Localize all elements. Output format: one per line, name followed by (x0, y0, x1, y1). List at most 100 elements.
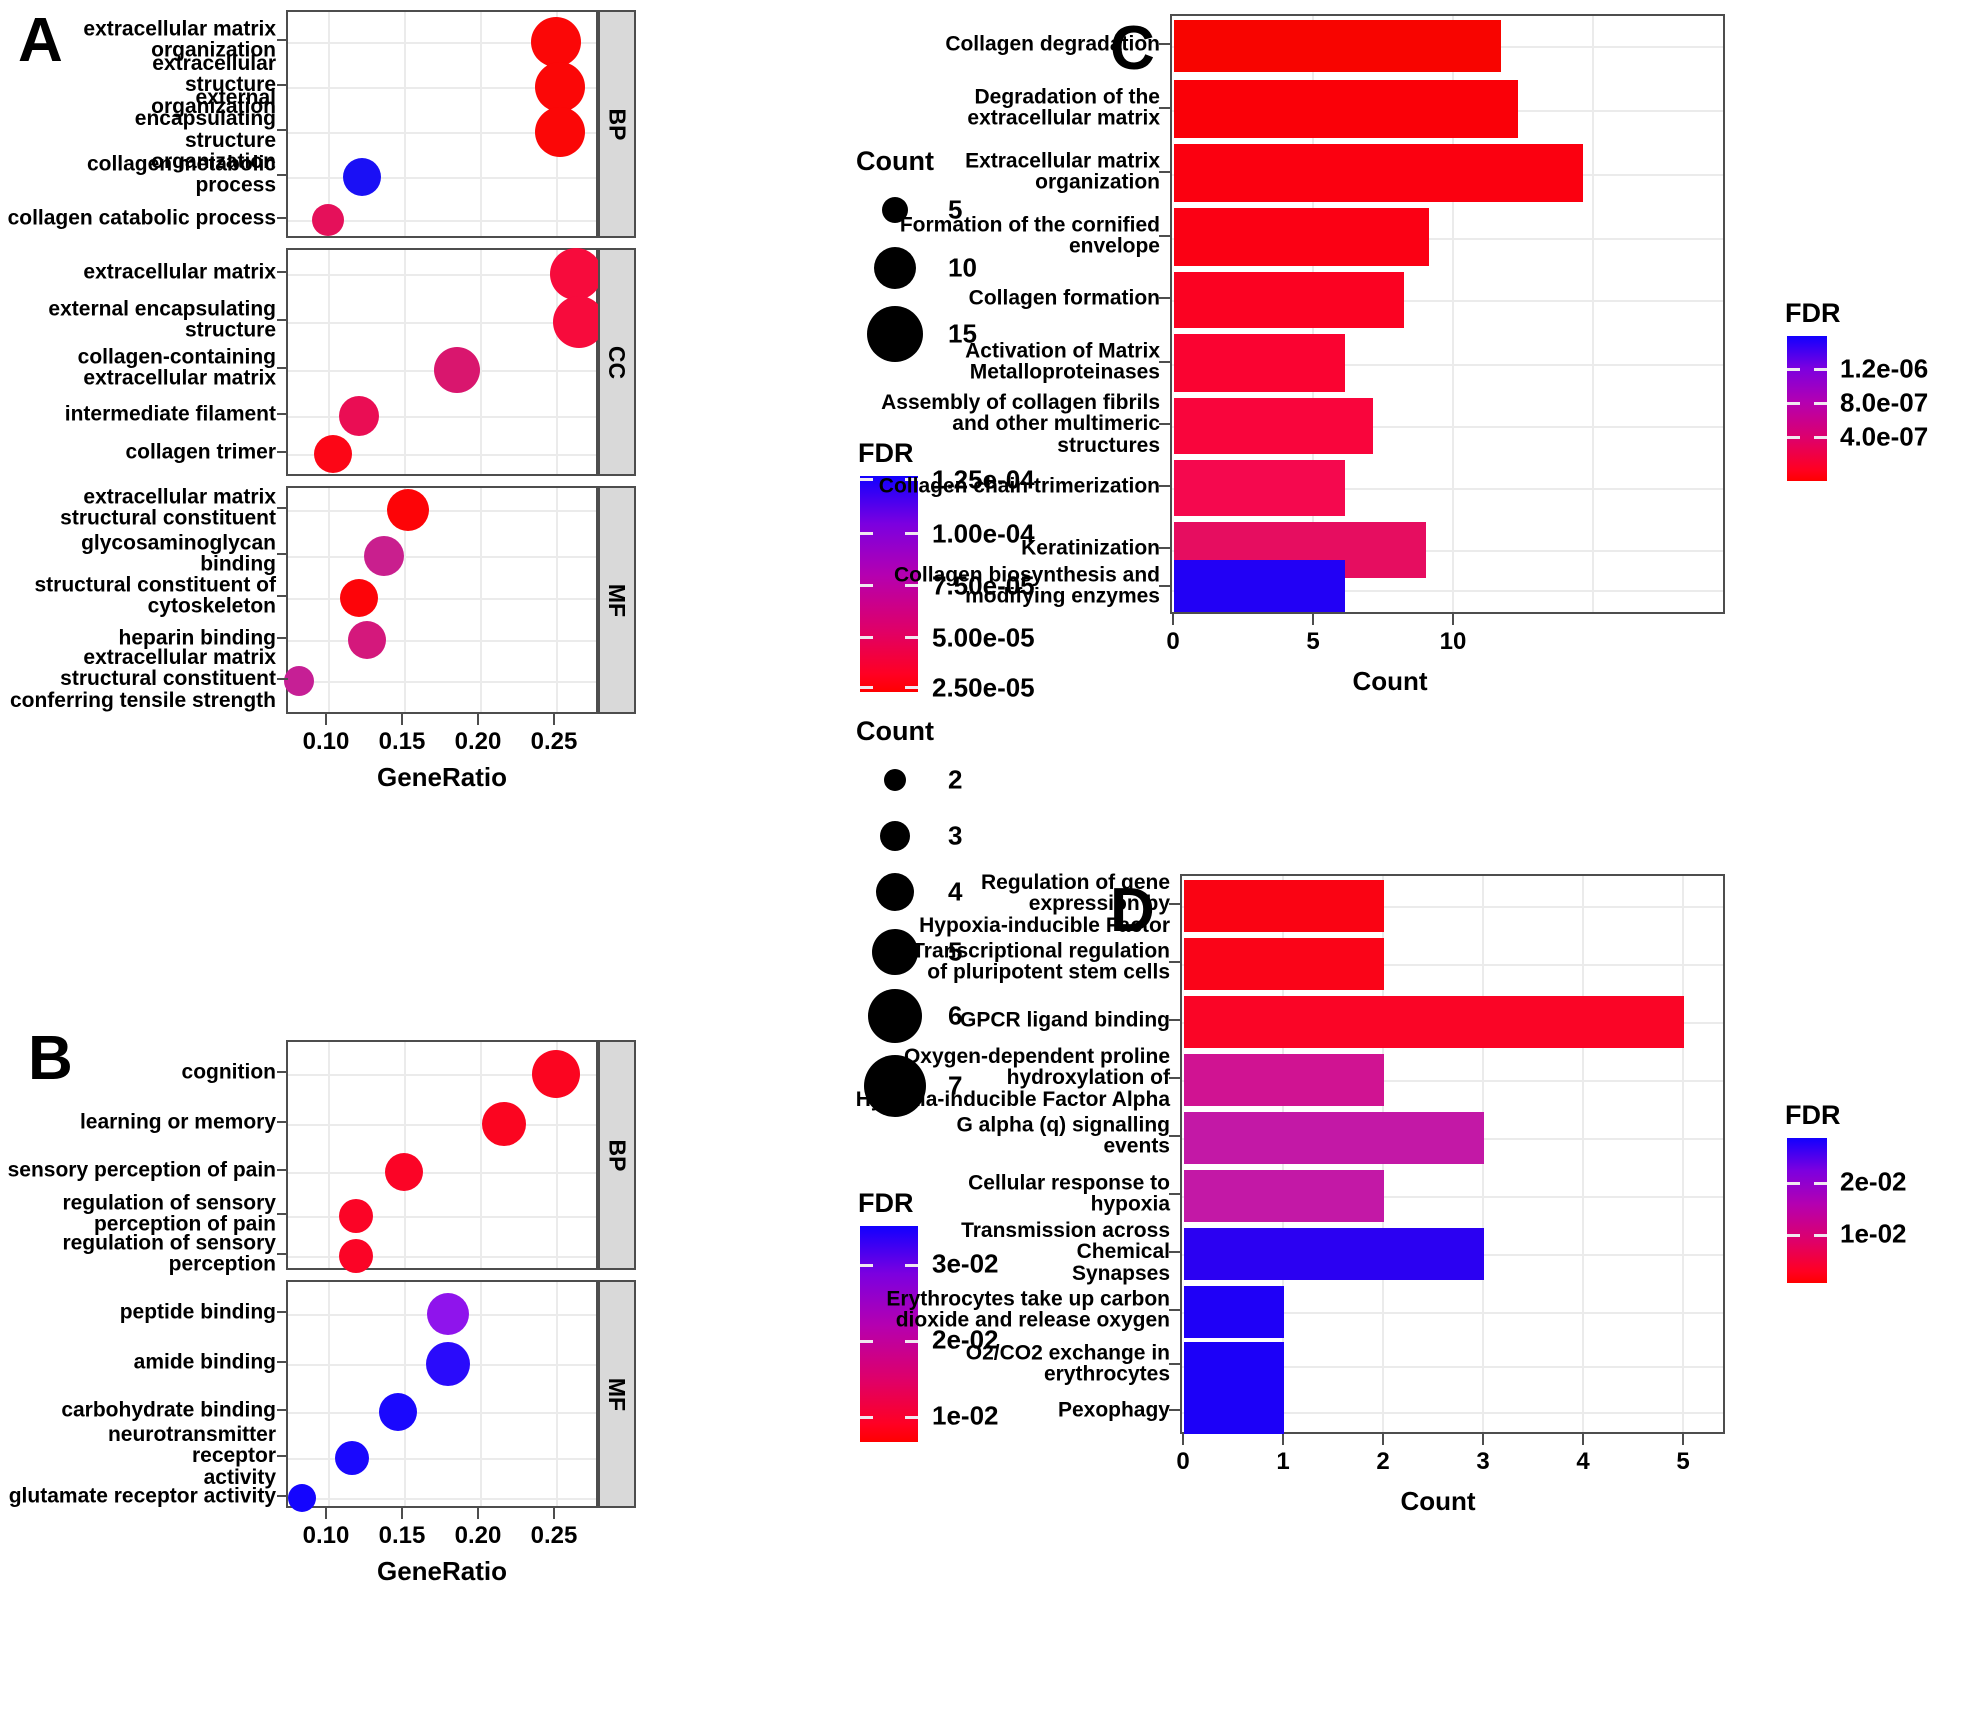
dot-point (379, 1393, 417, 1431)
bar (1184, 1228, 1484, 1280)
x-tick (401, 1508, 403, 1519)
gridline (556, 488, 558, 712)
y-tick (277, 217, 288, 219)
panel-c-ylabel: Keratinization (1021, 536, 1160, 560)
colorbar-tick (1814, 1182, 1827, 1185)
y-tick (277, 1213, 288, 1215)
gridline (288, 1124, 596, 1126)
panel-a-ylabel: external encapsulating structure (48, 297, 276, 342)
bar (1184, 1054, 1384, 1106)
legend-size-dot (880, 821, 910, 851)
x-tick-label: 0.15 (378, 728, 426, 755)
y-tick (277, 637, 288, 639)
panel-d-ylabel: GPCR ligand binding (960, 1008, 1170, 1032)
panel-a-x-axis-title: GeneRatio (376, 762, 508, 792)
dot-point (339, 396, 379, 436)
bar (1174, 460, 1345, 516)
panel-c-ylabel: Collagen degradation (945, 32, 1160, 56)
colorbar-tick (905, 636, 918, 639)
y-tick (277, 678, 288, 680)
panel-a-strip-mf: MF (598, 486, 636, 714)
x-tick-label: 0.10 (302, 728, 350, 755)
dot-point (535, 107, 585, 157)
panel-d-ylabel: Pexophagy (1057, 1398, 1170, 1422)
y-tick (277, 367, 288, 369)
panel-c-ylabel: Collagen chain trimerization (878, 474, 1160, 498)
x-tick (1452, 614, 1454, 625)
colorbar-tick (860, 636, 873, 639)
colorbar-label: 1e-02 (1840, 1218, 1907, 1249)
panel-b-ylabel: learning or memory (79, 1110, 276, 1134)
panel-a-ylabel: glycosaminoglycan binding (81, 531, 276, 576)
y-tick (1159, 235, 1170, 237)
bar (1174, 560, 1345, 612)
panel-b-ylabel: amide binding (133, 1350, 276, 1374)
strip-label-text: BP (604, 108, 631, 140)
x-tick (553, 1508, 555, 1519)
dot-point (335, 1441, 369, 1475)
panel-d: D Regulation of gene expression by Hypox… (856, 860, 1965, 1725)
x-tick-label: 0.10 (302, 1522, 350, 1549)
y-tick (1159, 485, 1170, 487)
x-tick-label: 5 (1676, 1448, 1690, 1475)
gridline (288, 1172, 596, 1174)
x-tick-label: 0 (1176, 1448, 1190, 1475)
panel-b-facet-mf-plot (286, 1280, 598, 1512)
x-tick-label: 0.20 (454, 1522, 502, 1549)
bar (1184, 1112, 1484, 1164)
y-tick (1159, 361, 1170, 363)
panel-a-facet-mf-plot (284, 486, 598, 714)
panel-d-fdr-colorbar (1787, 1138, 1827, 1283)
panel-a-strip-cc: CC (598, 248, 636, 476)
y-tick (1169, 1309, 1180, 1311)
bar (1174, 272, 1404, 328)
gridline (480, 250, 482, 474)
panel-d-ylabel: Regulation of gene expression by Hypoxia… (919, 870, 1170, 937)
panel-a-ylabel: extracellular matrix structural constitu… (60, 485, 276, 530)
panel-c-ylabel: Extracellular matrix organization (965, 149, 1160, 194)
x-tick-label: 4 (1576, 1448, 1590, 1475)
strip-label-text: MF (604, 583, 631, 617)
y-tick (277, 507, 288, 509)
y-tick (277, 1121, 288, 1123)
x-tick (1312, 614, 1314, 625)
x-tick (477, 714, 479, 725)
y-tick (1169, 961, 1180, 963)
y-tick (277, 595, 288, 597)
colorbar-tick (1814, 368, 1827, 371)
strip-label-text: BP (604, 1139, 631, 1171)
panel-d-x-axis-title: Count (1400, 1486, 1476, 1516)
dot-point (288, 1484, 316, 1512)
gridline (404, 250, 406, 474)
panel-c-ylabel: Collagen formation (968, 286, 1160, 310)
gridline (288, 177, 596, 179)
x-tick-label: 0.25 (530, 728, 578, 755)
x-tick (553, 714, 555, 725)
panel-c-ylabel: Formation of the cornified envelope (899, 213, 1160, 258)
y-tick (277, 1169, 288, 1171)
dot-point (364, 536, 404, 576)
bar (1174, 144, 1583, 202)
panel-c-ylabel: Degradation of the extracellular matrix (967, 85, 1160, 130)
gridline (288, 598, 596, 600)
strip-label-text: CC (604, 345, 631, 379)
gridline (288, 1412, 596, 1414)
colorbar-tick (1814, 402, 1827, 405)
y-tick (277, 1311, 288, 1313)
colorbar-label: 8.0e-07 (1840, 387, 1929, 418)
legend-size-dot (884, 769, 906, 791)
y-tick (277, 1253, 288, 1255)
dot-point (339, 1239, 373, 1273)
colorbar-tick (1787, 1234, 1800, 1237)
panel-d-ylabel: Cellular response to hypoxia (968, 1171, 1170, 1216)
panel-b-x-axis-title: GeneRatio (376, 1556, 508, 1586)
y-tick (1159, 423, 1170, 425)
panel-d-ylabel: Oxygen-dependent proline hydroxylation o… (855, 1044, 1170, 1111)
panel-d-fdr-legend-title: FDR (1785, 1100, 1841, 1130)
panel-b-ylabel: sensory perception of pain (7, 1158, 276, 1182)
dot-point (535, 62, 585, 112)
panel-b-count-legend-title: Count (856, 716, 934, 746)
dot-point (532, 1050, 580, 1098)
y-tick (1169, 903, 1180, 905)
bar (1174, 334, 1345, 392)
